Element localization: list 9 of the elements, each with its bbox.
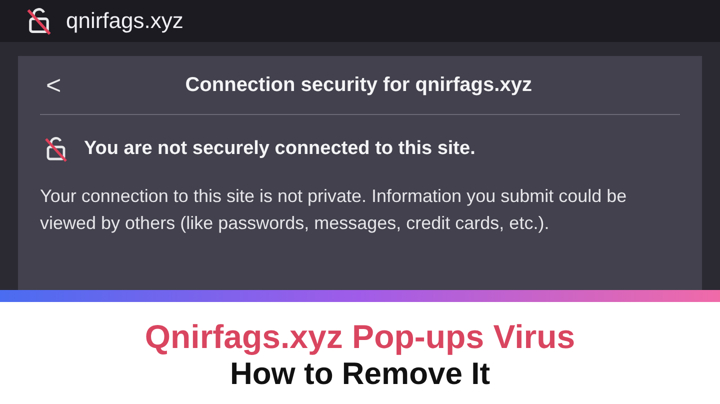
back-button[interactable]: < (40, 70, 68, 100)
description-text: Your connection to this site is not private. Information you submit could be viewed by others (like passwords, messages, credit cards, etc.). (40, 185, 628, 235)
headline: Qnirfags.xyz Pop-ups Virus (144, 318, 576, 356)
panel-title: Connection security for qnirfags.xyz (184, 74, 533, 96)
broken-lock-icon (44, 136, 68, 162)
warning-text: You are not securely connected to this site. (84, 138, 476, 160)
url-text[interactable]: qnirfags.xyz (66, 8, 184, 34)
broken-lock-icon[interactable] (26, 7, 52, 35)
subheadline: How to Remove It (230, 356, 490, 392)
